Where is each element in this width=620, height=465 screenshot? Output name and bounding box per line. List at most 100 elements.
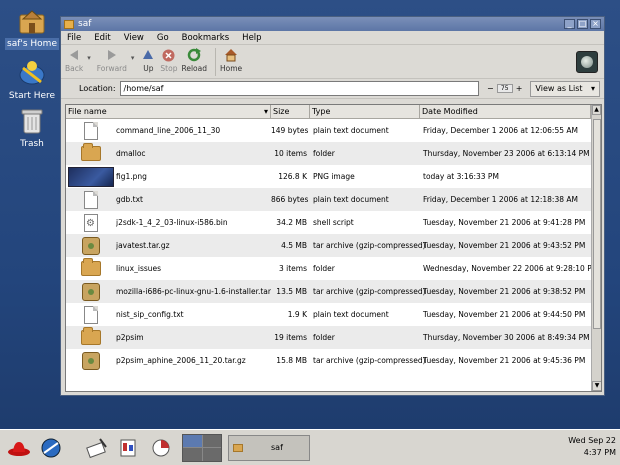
workspace-1[interactable] <box>183 434 202 447</box>
file-name: gdb.txt <box>116 195 143 204</box>
workspace-2[interactable] <box>202 434 221 447</box>
throbber-icon <box>576 51 598 73</box>
reload-button[interactable]: Reload <box>181 48 207 73</box>
file-name: javatest.tar.gz <box>116 241 170 250</box>
back-label: Back <box>65 64 84 73</box>
file-size: 149 bytes <box>271 126 309 135</box>
close-button[interactable]: × <box>590 19 601 29</box>
scrollbar-thumb[interactable] <box>593 119 601 329</box>
file-size: 126.8 K <box>278 172 307 181</box>
clock-date: Wed Sep 22 <box>568 436 616 445</box>
shell-script-icon <box>84 213 98 232</box>
taskbar-window-button[interactable]: saf <box>228 434 310 461</box>
file-row[interactable]: fig1.png 126.8 K PNG image today at 3:16… <box>66 165 592 188</box>
home-button[interactable]: Home <box>220 48 242 73</box>
menu-go[interactable]: Go <box>157 33 169 43</box>
file-size: 866 bytes <box>271 195 309 204</box>
file-date: Friday, December 1 2006 at 12:18:38 AM <box>423 195 578 204</box>
back-history-chevron-down-icon[interactable]: ▾ <box>87 54 91 62</box>
file-row[interactable]: p2psim_aphine_2006_11_20.tar.gz 15.8 MB … <box>66 349 592 372</box>
menu-view[interactable]: View <box>124 33 144 43</box>
zoom-out-button[interactable]: − <box>487 84 494 93</box>
view-as-select[interactable]: View as List ▾ <box>530 80 600 97</box>
column-header-type[interactable]: Type <box>310 105 420 118</box>
scroll-up-arrow-icon[interactable]: ▲ <box>592 105 601 115</box>
file-row[interactable]: command_line_2006_11_30 149 bytes plain … <box>66 119 592 142</box>
file-row[interactable]: nist_sip_config.txt 1.9 K plain text doc… <box>66 303 592 326</box>
vertical-scrollbar[interactable]: ▲ ▼ <box>591 105 601 391</box>
workspace-4[interactable] <box>202 448 221 461</box>
file-size: 3 items <box>278 264 307 273</box>
office-impress-icon[interactable] <box>148 435 174 461</box>
file-type: plain text document <box>313 126 389 135</box>
zoom-in-button[interactable]: + <box>516 84 523 93</box>
forward-history-chevron-down-icon[interactable]: ▾ <box>131 54 135 62</box>
file-size: 19 items <box>274 333 307 342</box>
file-size: 4.5 MB <box>281 241 307 250</box>
forward-arrow-icon <box>104 48 120 62</box>
forward-button[interactable]: Forward <box>97 48 127 73</box>
location-bar: Location: /home/saf − 75 + View as List … <box>61 79 604 99</box>
menu-help[interactable]: Help <box>242 33 261 43</box>
clock[interactable]: Wed Sep 22 4:37 PM <box>568 435 616 459</box>
reload-label: Reload <box>181 64 208 73</box>
file-row[interactable]: linux_issues 3 items folder Wednesday, N… <box>66 257 598 280</box>
file-size: 34.2 MB <box>276 218 307 227</box>
file-type: shell script <box>313 218 354 227</box>
minimize-button[interactable]: _ <box>564 19 575 29</box>
file-date: Thursday, November 23 2006 at 6:13:14 PM <box>423 149 590 158</box>
file-date: Tuesday, November 21 2006 at 9:38:52 PM <box>423 287 586 296</box>
window-title: saf <box>78 19 92 29</box>
desktop-icon-start-here[interactable]: Start Here <box>2 58 62 102</box>
file-list: File name ▾ Size Type Date Modified comma… <box>65 104 602 392</box>
file-name: p2psim <box>116 333 144 342</box>
file-row[interactable]: mozilla-i686-pc-linux-gnu-1.6-installer.… <box>66 280 592 303</box>
column-header-type-label: Type <box>312 107 331 116</box>
maximize-button[interactable]: □ <box>577 19 588 29</box>
zoom-level[interactable]: 75 <box>496 84 513 93</box>
file-date: Tuesday, November 21 2006 at 9:44:50 PM <box>423 310 586 319</box>
file-date: today at 3:16:33 PM <box>423 172 499 181</box>
back-arrow-icon <box>66 48 82 62</box>
file-size: 13.5 MB <box>276 287 307 296</box>
main-menu-redhat-icon[interactable] <box>6 435 32 461</box>
home-icon <box>223 48 239 62</box>
file-size: 1.9 K <box>287 310 307 319</box>
folder-icon <box>81 143 101 161</box>
file-size: 15.8 MB <box>276 356 307 365</box>
folder-icon <box>81 258 101 276</box>
file-rows: command_line_2006_11_30 149 bytes plain … <box>66 119 598 372</box>
file-row[interactable]: gdb.txt 866 bytes plain text document Fr… <box>66 188 592 211</box>
view-as-label: View as List <box>535 84 583 93</box>
file-row[interactable]: dmalloc 10 items folder Thursday, Novemb… <box>66 142 592 165</box>
scroll-down-arrow-icon[interactable]: ▼ <box>592 381 601 391</box>
location-input[interactable]: /home/saf <box>119 81 480 96</box>
menu-bookmarks[interactable]: Bookmarks <box>182 33 230 43</box>
toolbar: Back ▾ Forward ▾ Up Stop Reload Home <box>61 45 604 79</box>
web-browser-icon[interactable] <box>38 435 64 461</box>
file-date: Thursday, November 30 2006 at 8:49:34 PM <box>423 333 590 342</box>
menu-edit[interactable]: Edit <box>94 33 110 43</box>
workspace-3[interactable] <box>183 448 202 461</box>
file-row[interactable]: p2psim 19 items folder Thursday, Novembe… <box>66 326 592 349</box>
desktop-icon-trash[interactable]: Trash <box>2 106 62 150</box>
file-row[interactable]: j2sdk-1_4_2_03-linux-i586.bin 34.2 MB sh… <box>66 211 592 234</box>
column-header-date[interactable]: Date Modified <box>420 105 591 118</box>
file-date: Friday, December 1 2006 at 12:06:55 AM <box>423 126 578 135</box>
menu-file[interactable]: File <box>67 33 81 43</box>
stop-button[interactable]: Stop <box>160 48 177 73</box>
workspace-pager[interactable] <box>182 433 222 462</box>
back-button[interactable]: Back <box>65 48 83 73</box>
email-icon[interactable] <box>84 435 110 461</box>
column-header-name[interactable]: File name ▾ <box>66 105 271 118</box>
column-header-size[interactable]: Size <box>271 105 310 118</box>
up-button[interactable]: Up <box>140 48 156 73</box>
forward-label: Forward <box>96 64 127 73</box>
title-bar[interactable]: saf _ □ × <box>61 17 604 31</box>
column-header-date-label: Date Modified <box>422 107 478 116</box>
file-row[interactable]: javatest.tar.gz 4.5 MB tar archive (gzip… <box>66 234 592 257</box>
file-name: j2sdk-1_4_2_03-linux-i586.bin <box>116 218 228 227</box>
office-writer-icon[interactable] <box>116 435 142 461</box>
menu-bar: File Edit View Go Bookmarks Help <box>61 31 604 45</box>
desktop-icon-home[interactable]: saf's Home <box>2 6 62 50</box>
